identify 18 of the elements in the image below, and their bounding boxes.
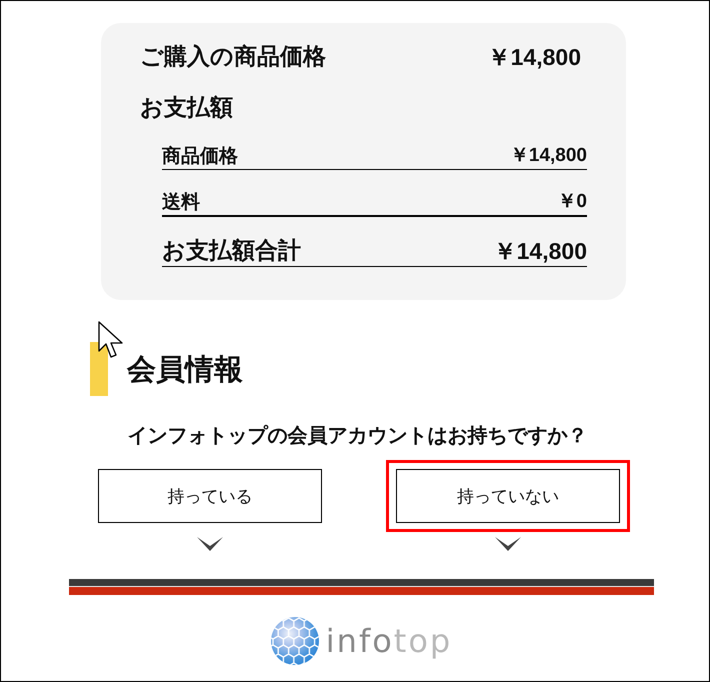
line-item-value: ￥14,800 xyxy=(510,144,587,168)
chevron-down-icon xyxy=(495,537,521,551)
line-item-label: 商品価格 xyxy=(162,144,238,168)
purchase-price-value: ￥14,800 xyxy=(488,43,581,72)
payment-heading: お支払額 xyxy=(140,94,234,123)
purchase-price-label: ご購入の商品価格 xyxy=(140,43,326,72)
mouse-pointer-icon xyxy=(98,321,124,359)
chevron-down-icon xyxy=(197,537,223,551)
membership-question: インフォトップの会員アカウントはお持ちですか？ xyxy=(126,422,588,449)
line-item-value: ￥0 xyxy=(557,190,587,214)
answer-button[interactable]: 持っていない xyxy=(396,469,620,523)
total-value: ￥14,800 xyxy=(494,237,587,266)
total-label: お支払額合計 xyxy=(162,237,301,266)
answer-button[interactable]: 持っている xyxy=(98,469,322,523)
hexagon-globe-icon xyxy=(270,617,319,665)
heading-accent-bar xyxy=(90,342,108,396)
line-item-label: 送料 xyxy=(162,190,200,214)
section-heading: 会員情報 xyxy=(127,351,243,388)
